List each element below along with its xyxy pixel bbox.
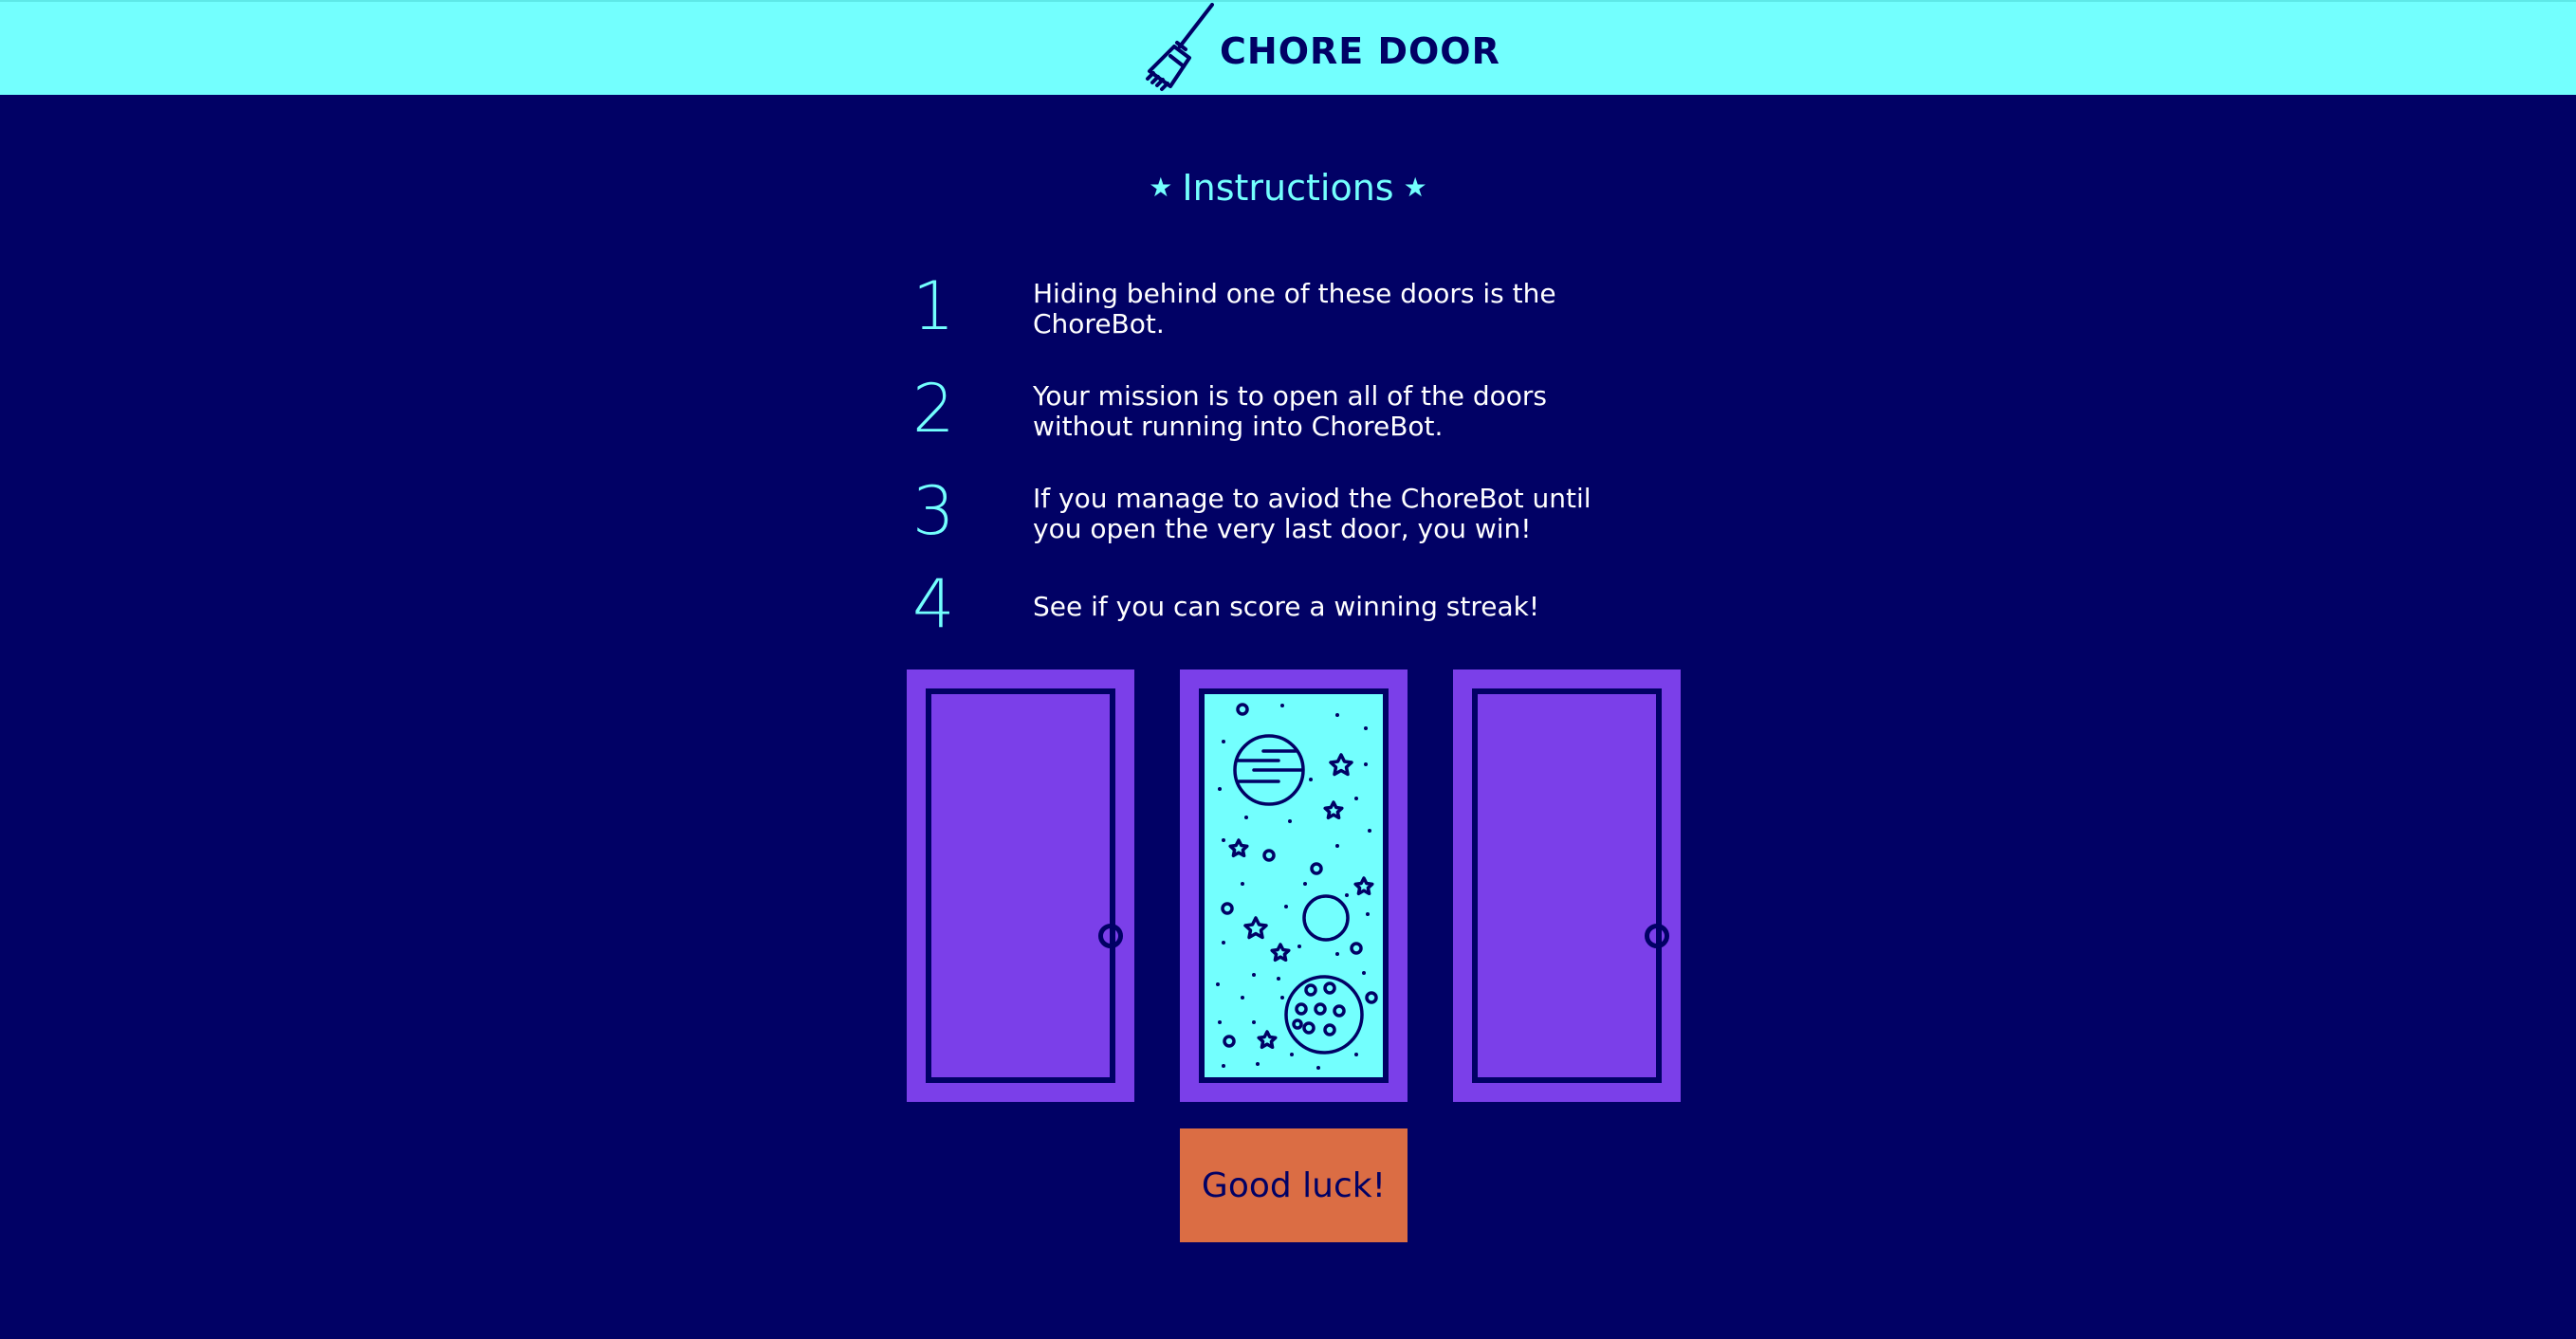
step-text: Hiding behind one of these doors is the … [1033, 278, 1556, 339]
door-knob-icon [1098, 924, 1123, 948]
step-text: If you manage to aviod the ChoreBot unti… [1033, 483, 1592, 544]
door-knob-icon [1645, 924, 1669, 948]
app-title: CHORE DOOR [1220, 30, 1500, 72]
door-2[interactable] [1180, 670, 1408, 1102]
header-bar: CHORE DOOR [0, 0, 2576, 95]
space-scene-icon [1205, 694, 1383, 1077]
door-1[interactable] [907, 670, 1134, 1102]
star-icon: ★ [1149, 172, 1173, 203]
start-button[interactable]: Good luck! [1180, 1128, 1408, 1242]
step-number: 1 [912, 267, 955, 345]
instructions-heading: ★ Instructions ★ [0, 167, 2576, 209]
star-icon: ★ [1403, 172, 1427, 203]
door-panel [1472, 688, 1669, 1083]
instructions-title: Instructions [1182, 167, 1394, 209]
broom-icon [1146, 3, 1214, 91]
step-number: 2 [912, 370, 955, 448]
step-number: 4 [912, 565, 955, 643]
step-number: 3 [912, 472, 955, 550]
brand: CHORE DOOR [1138, 2, 1500, 97]
door-3[interactable] [1453, 670, 1681, 1102]
step-text: See if you can score a winning streak! [1033, 591, 1540, 622]
door-panel [926, 688, 1123, 1083]
step-text: Your mission is to open all of the doors… [1033, 380, 1548, 442]
door-panel [1199, 688, 1389, 1083]
